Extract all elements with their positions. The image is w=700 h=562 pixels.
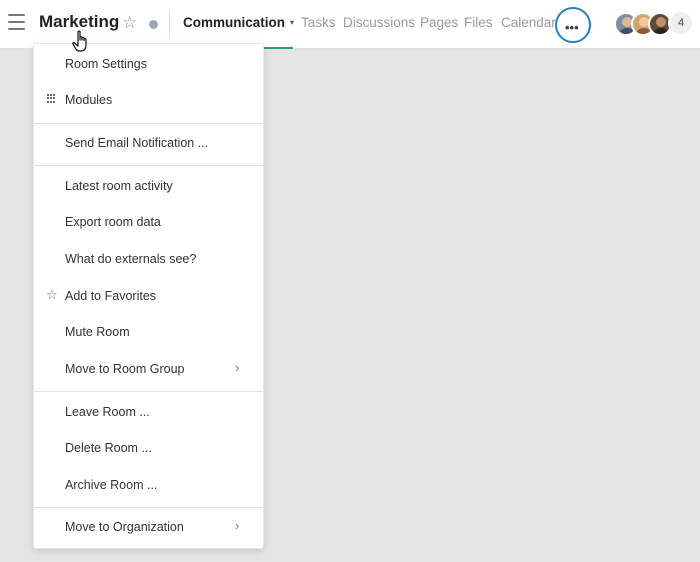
tab-tasks[interactable]: Tasks (301, 15, 336, 30)
menu-item-move-to-room-group[interactable]: Move to Room Group › (34, 351, 263, 387)
menu-item-label: Export room data (65, 215, 161, 229)
menu-item-label: Latest room activity (65, 179, 173, 193)
ellipsis-icon: ••• (565, 20, 579, 35)
menu-item-mute-room[interactable]: Mute Room (34, 314, 263, 350)
tab-communication[interactable]: Communication ▾ (183, 15, 294, 30)
menu-item-label: Delete Room ... (65, 441, 152, 455)
hand-cursor-icon (72, 30, 87, 52)
room-options-menu: Room Settings Modules Send Email Notific… (33, 43, 264, 549)
menu-item-modules[interactable]: Modules (34, 82, 263, 118)
more-options-button[interactable]: ••• (555, 7, 591, 43)
menu-item-label: Modules (65, 93, 113, 107)
chevron-right-icon: › (235, 360, 240, 375)
tab-calendar[interactable]: Calendar (501, 15, 556, 30)
menu-item-label: Mute Room (65, 325, 130, 339)
menu-item-latest-room-activity[interactable]: Latest room activity (34, 168, 263, 204)
menu-divider (34, 165, 263, 166)
menu-item-label: Add to Favorites (65, 289, 157, 303)
tab-files[interactable]: Files (464, 15, 493, 30)
hamburger-menu-icon[interactable] (8, 14, 25, 30)
menu-divider (34, 507, 263, 508)
top-bar: Marketing ☆ Communication ▾ Tasks Discuss… (0, 0, 700, 49)
menu-item-send-email-notification[interactable]: Send Email Notification ... (34, 125, 263, 161)
tab-communication-label: Communication (183, 15, 286, 30)
menu-item-export-room-data[interactable]: Export room data (34, 204, 263, 240)
header-divider (169, 11, 170, 38)
menu-item-label: What do externals see? (65, 252, 197, 266)
favorite-star-icon[interactable]: ☆ (122, 14, 137, 31)
tab-pages[interactable]: Pages (420, 15, 458, 30)
member-count-badge[interactable]: 4 (668, 10, 694, 36)
menu-item-label: Archive Room ... (65, 478, 158, 492)
menu-item-delete-room[interactable]: Delete Room ... (34, 430, 263, 466)
grid-icon (47, 94, 56, 103)
status-dot-icon (149, 20, 158, 29)
menu-item-room-settings[interactable]: Room Settings (34, 46, 263, 82)
menu-divider (34, 391, 263, 392)
room-title[interactable]: Marketing (39, 12, 119, 32)
menu-item-label: Room Settings (65, 57, 147, 71)
menu-item-leave-room[interactable]: Leave Room ... (34, 394, 263, 430)
menu-item-add-to-favorites[interactable]: ☆ Add to Favorites (34, 278, 263, 314)
menu-item-what-externals-see[interactable]: What do externals see? (34, 241, 263, 277)
menu-item-move-to-organization[interactable]: Move to Organization › (34, 509, 263, 545)
menu-item-label: Move to Organization (65, 520, 184, 534)
dropdown-caret-icon: ▾ (290, 18, 295, 27)
chevron-right-icon: › (235, 518, 240, 533)
menu-item-label: Leave Room ... (65, 405, 150, 419)
menu-divider (34, 123, 263, 124)
menu-item-label: Move to Room Group (65, 362, 185, 376)
menu-item-label: Send Email Notification ... (65, 136, 209, 150)
tab-discussions[interactable]: Discussions (343, 15, 415, 30)
star-outline-icon: ☆ (46, 287, 58, 302)
menu-item-archive-room[interactable]: Archive Room ... (34, 467, 263, 503)
